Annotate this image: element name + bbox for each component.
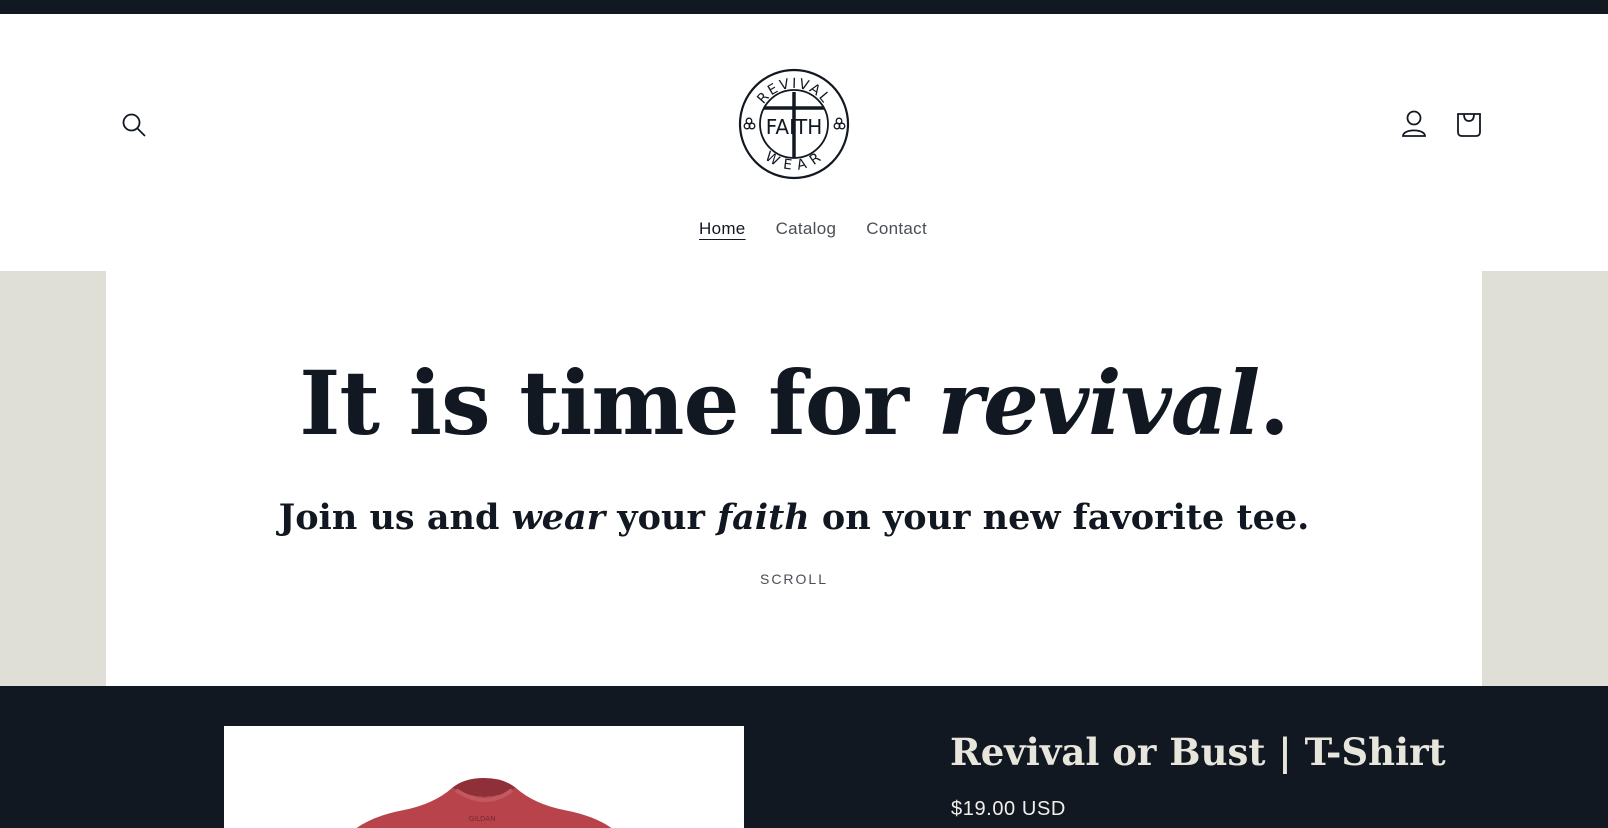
cart-button[interactable]: [1451, 106, 1487, 142]
featured-product: GILDAN Revival or Bust | T-Shirt $19.00 …: [0, 686, 1608, 828]
nav-item-home[interactable]: Home: [699, 219, 746, 239]
announcement-bar: [0, 0, 1608, 14]
site-header: REVIVAL WEAR FAITH Home Catalog Contact: [0, 14, 1608, 271]
faith-wear-logo[interactable]: REVIVAL WEAR FAITH: [738, 68, 850, 180]
svg-text:GILDAN: GILDAN: [469, 815, 496, 823]
search-button[interactable]: [116, 107, 152, 143]
hero-banner: It is time for revival. Join us and wear…: [106, 271, 1482, 686]
main-nav: Home Catalog Contact: [0, 219, 1608, 239]
logo-middle-text: FAITH: [766, 115, 823, 139]
product-title[interactable]: Revival or Bust | T-Shirt: [950, 730, 1446, 774]
product-image[interactable]: GILDAN: [224, 726, 744, 828]
cart-icon: [1457, 113, 1481, 137]
nav-item-contact[interactable]: Contact: [866, 219, 927, 239]
hero-subtitle: Join us and wear your faith on your new …: [278, 497, 1310, 538]
scroll-link[interactable]: SCROLL: [106, 571, 1482, 587]
account-button[interactable]: [1396, 106, 1432, 142]
product-price: $19.00 USD: [951, 798, 1066, 820]
nav-item-catalog[interactable]: Catalog: [776, 219, 837, 239]
account-icon: [1402, 110, 1426, 137]
hero-title: It is time for revival.: [299, 351, 1290, 455]
search-icon: [122, 113, 146, 137]
